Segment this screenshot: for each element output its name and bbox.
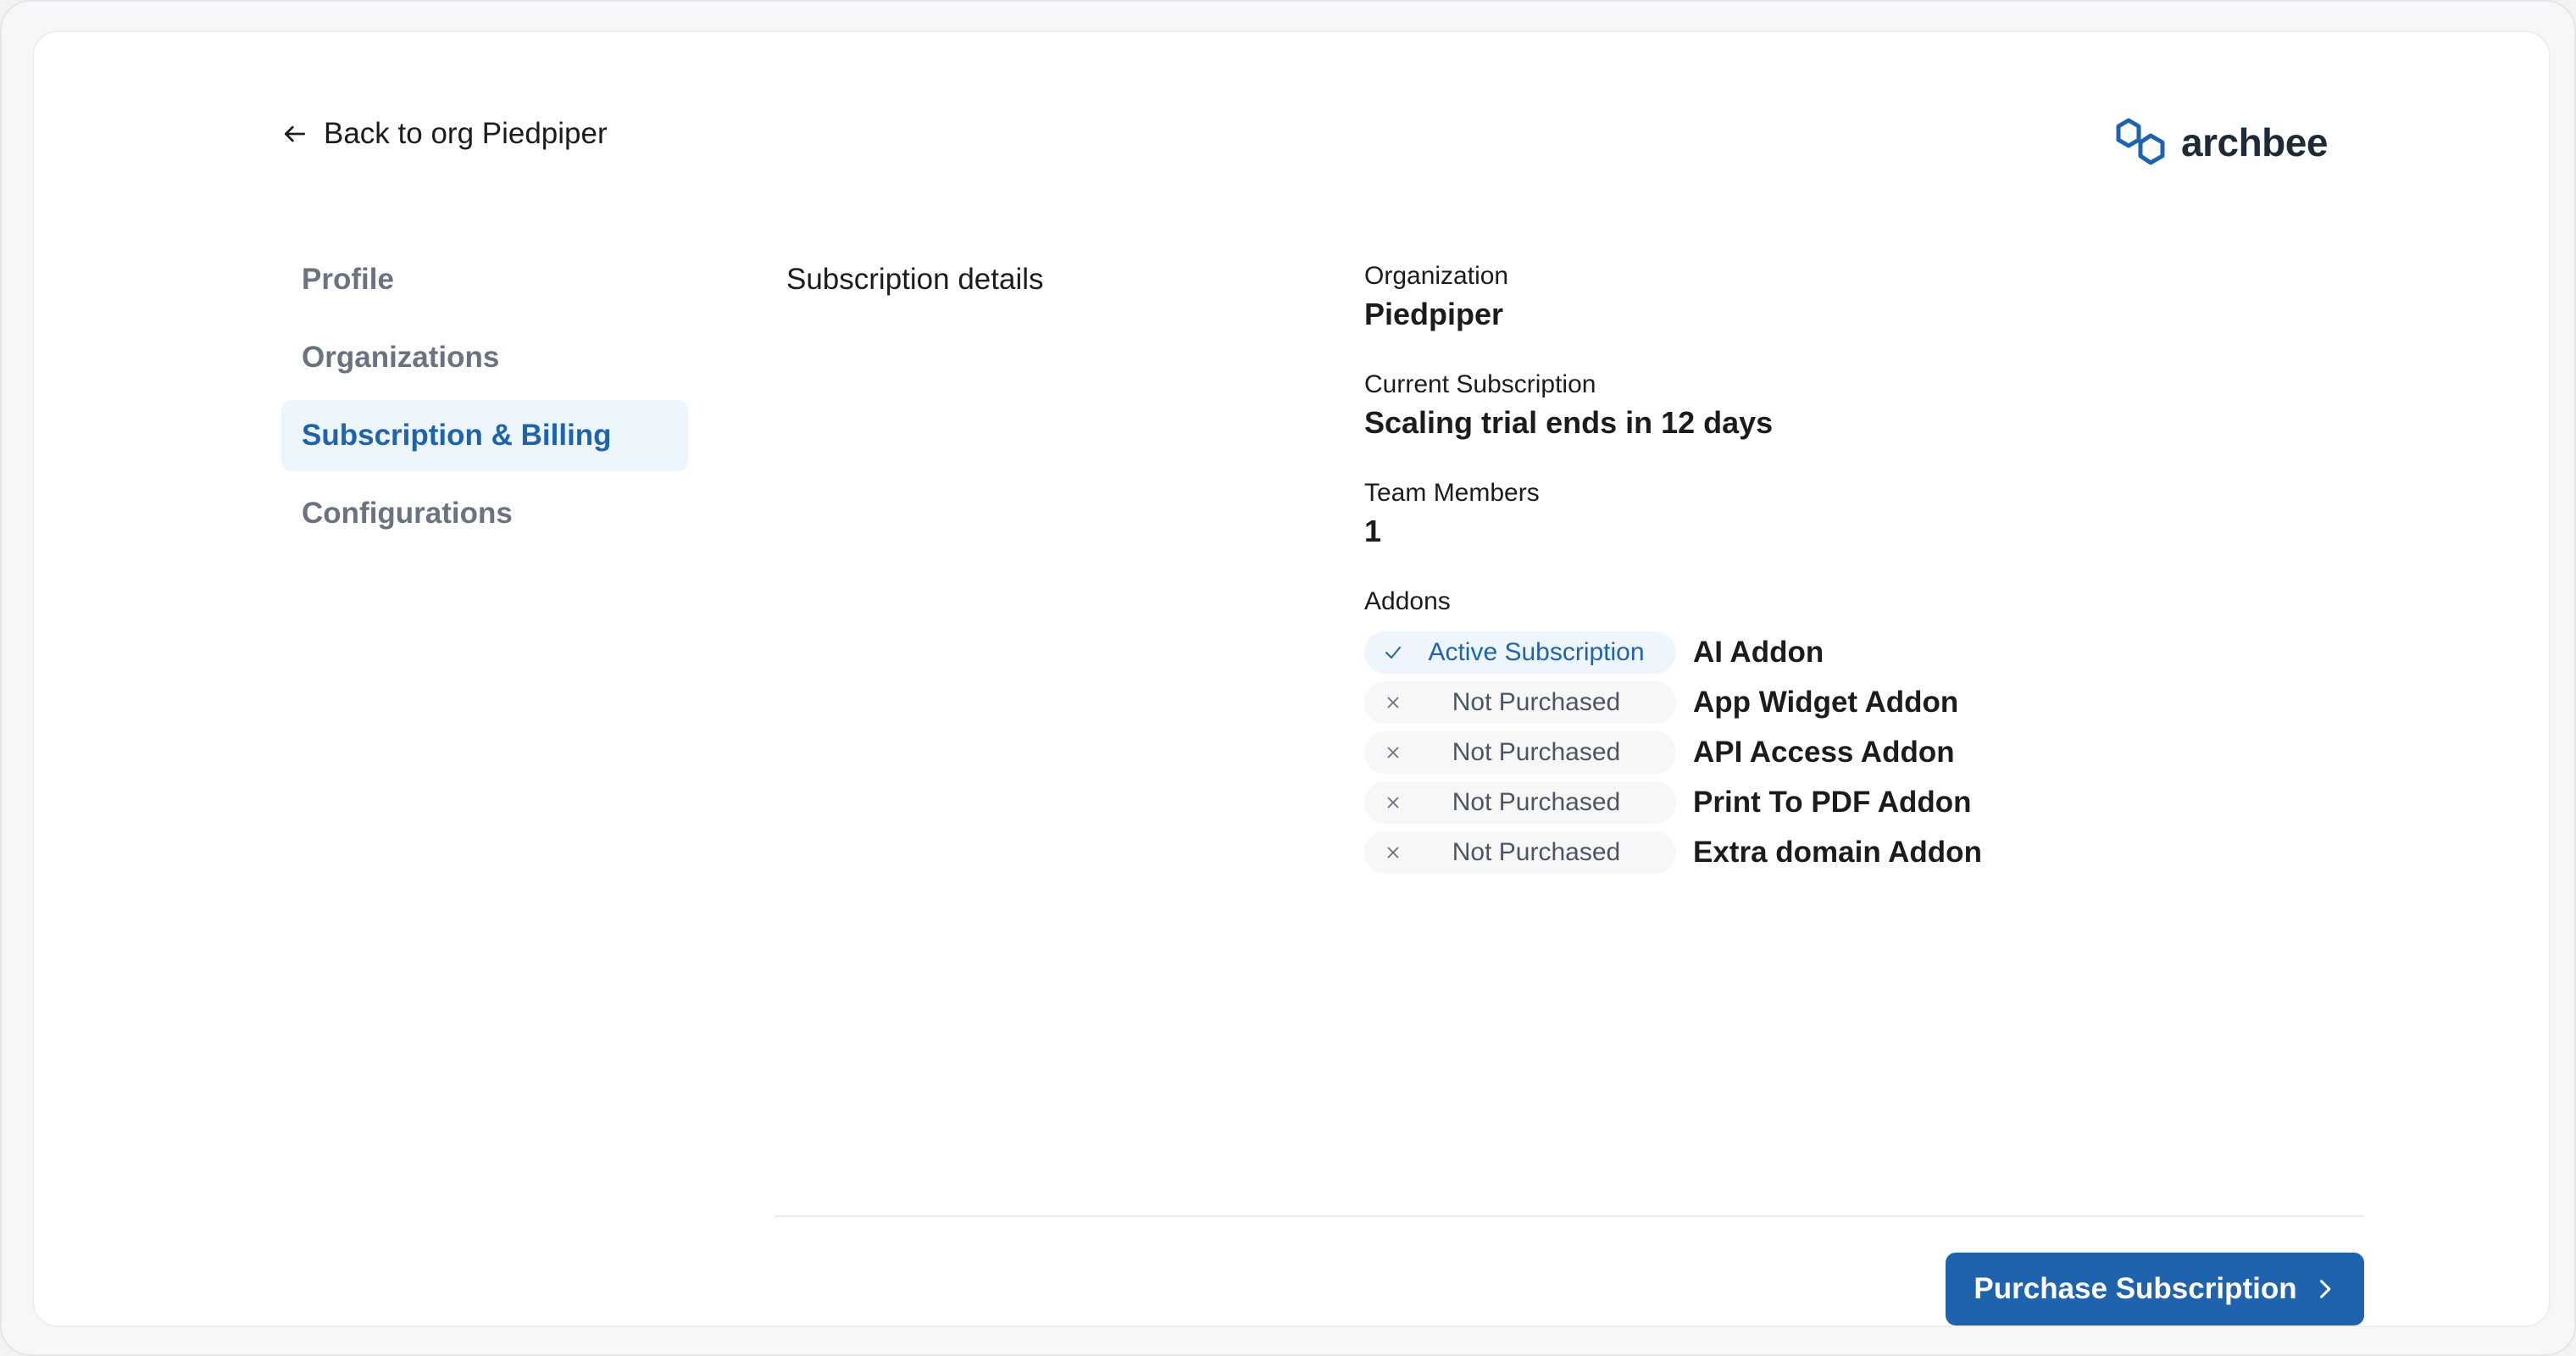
status-badge-label: Not Purchased bbox=[1452, 688, 1621, 716]
addon-row: Not Purchased API Access Addon bbox=[1364, 731, 2381, 775]
status-badge-label: Not Purchased bbox=[1452, 738, 1621, 766]
back-to-org-link[interactable]: Back to org Piedpiper bbox=[281, 117, 608, 151]
addon-row: Not Purchased App Widget Addon bbox=[1364, 681, 2381, 725]
settings-sidebar: Profile Organizations Subscription & Bil… bbox=[281, 244, 688, 556]
organization-field: Organization Piedpiper bbox=[1364, 259, 2381, 336]
sidebar-item-label: Profile bbox=[302, 263, 394, 296]
field-label: Organization bbox=[1364, 262, 1509, 290]
logo-text: archbee bbox=[2181, 120, 2328, 164]
sidebar-item-organizations[interactable]: Organizations bbox=[281, 322, 688, 393]
addon-row: Active Subscription AI Addon bbox=[1364, 631, 2381, 675]
field-label: Team Members bbox=[1364, 479, 1540, 507]
x-icon bbox=[1381, 691, 1405, 714]
status-badge-label: Not Purchased bbox=[1452, 788, 1621, 816]
arrow-left-icon bbox=[285, 125, 305, 142]
addon-row: Not Purchased Print To PDF Addon bbox=[1364, 781, 2381, 825]
team-members-field: Team Members 1 bbox=[1364, 476, 2381, 553]
field-value: Piedpiper bbox=[1364, 297, 1504, 331]
settings-card: Back to org Piedpiper archbee Profile Or… bbox=[32, 31, 2551, 1327]
addon-name: Print To PDF Addon bbox=[1693, 786, 1972, 819]
addon-name: AI Addon bbox=[1693, 636, 1824, 669]
archbee-logo: archbee bbox=[2115, 117, 2328, 168]
window-frame: Back to org Piedpiper archbee Profile Or… bbox=[0, 0, 2576, 1356]
sidebar-item-profile[interactable]: Profile bbox=[281, 244, 688, 315]
back-link-label: Back to org Piedpiper bbox=[324, 117, 608, 150]
addon-name: API Access Addon bbox=[1693, 736, 1955, 769]
status-badge: Active Subscription bbox=[1364, 631, 1676, 674]
field-value: Scaling trial ends in 12 days bbox=[1364, 405, 1774, 440]
field-value: 1 bbox=[1364, 514, 1382, 548]
addon-row: Not Purchased Extra domain Addon bbox=[1364, 831, 2381, 875]
x-icon bbox=[1381, 841, 1405, 864]
sidebar-item-subscription-billing[interactable]: Subscription & Billing bbox=[281, 400, 688, 471]
x-icon bbox=[1381, 791, 1405, 814]
purchase-subscription-button[interactable]: Purchase Subscription bbox=[1946, 1253, 2364, 1325]
sidebar-item-label: Subscription & Billing bbox=[302, 419, 612, 452]
status-badge: Not Purchased bbox=[1364, 681, 1676, 724]
subscription-details: Organization Piedpiper Current Subscript… bbox=[1364, 259, 2381, 881]
purchase-button-label: Purchase Subscription bbox=[1974, 1272, 2297, 1305]
x-icon bbox=[1381, 741, 1405, 764]
status-badge-label: Active Subscription bbox=[1428, 638, 1645, 666]
sidebar-item-label: Configurations bbox=[302, 497, 513, 530]
addon-name: App Widget Addon bbox=[1693, 686, 1959, 719]
chevron-right-icon bbox=[2319, 1280, 2330, 1298]
sidebar-item-configurations[interactable]: Configurations bbox=[281, 478, 688, 549]
footer-divider bbox=[774, 1215, 2364, 1217]
section-title: Subscription details bbox=[786, 263, 1044, 296]
addons-label: Addons bbox=[1364, 587, 1451, 615]
archbee-hexagon-logo-icon bbox=[2116, 118, 2165, 165]
field-label: Current Subscription bbox=[1364, 370, 1596, 398]
addon-name: Extra domain Addon bbox=[1693, 836, 1982, 869]
status-badge: Not Purchased bbox=[1364, 731, 1676, 774]
current-subscription-field: Current Subscription Scaling trial ends … bbox=[1364, 368, 2381, 444]
status-badge-label: Not Purchased bbox=[1452, 838, 1621, 866]
check-icon bbox=[1381, 641, 1405, 664]
sidebar-item-label: Organizations bbox=[302, 341, 500, 374]
status-badge: Not Purchased bbox=[1364, 831, 1676, 874]
status-badge: Not Purchased bbox=[1364, 781, 1676, 824]
